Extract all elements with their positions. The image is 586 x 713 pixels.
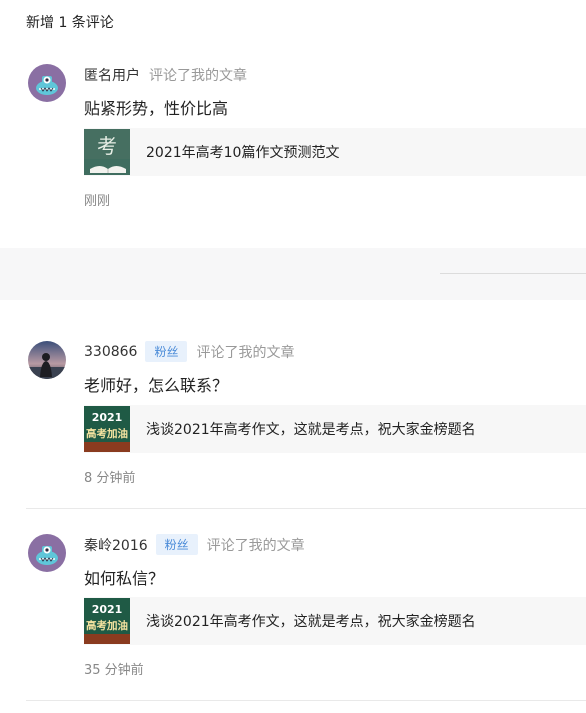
timestamp: 35 分钟前 — [84, 663, 144, 678]
avatar[interactable] — [28, 534, 66, 572]
monster-avatar-icon — [28, 534, 66, 572]
person-silhouette-avatar-icon — [28, 341, 66, 379]
article-title: 2021年高考10篇作文预测范文 — [146, 145, 340, 161]
timestamp: 8 分钟前 — [84, 471, 136, 486]
thumb-year-text: 2021 — [92, 411, 123, 424]
article-thumbnail: 2021 高考加油 — [84, 406, 130, 452]
comment-action: 评论了我的文章 — [149, 68, 247, 84]
article-thumbnail: 2021 高考加油 — [84, 598, 130, 644]
avatar[interactable] — [28, 64, 66, 102]
article-thumbnail: 考 — [84, 129, 130, 175]
article-title: 浅谈2021年高考作文，这就是考点，祝大家金榜题名 — [146, 422, 476, 438]
divider — [26, 508, 586, 509]
username[interactable]: 330866 — [84, 344, 137, 360]
username[interactable]: 秦岭2016 — [84, 535, 148, 555]
comment-action: 评论了我的文章 — [206, 537, 305, 554]
section-separator — [0, 248, 586, 300]
username[interactable]: 匿名用户 — [84, 65, 140, 85]
article-card[interactable]: 考 2021年高考10篇作文预测范文 — [84, 128, 586, 176]
comment-text: 贴紧形势，性价比高 — [84, 99, 229, 118]
thumb-year-text: 2021 — [92, 603, 123, 616]
thumb-slogan-text: 高考加油 — [86, 619, 128, 632]
comment-text: 如何私信？ — [84, 569, 165, 588]
comment-action: 评论了我的文章 — [196, 344, 295, 361]
kao-char-text: 考 — [97, 134, 117, 158]
monster-avatar-icon — [28, 64, 66, 102]
divider — [26, 700, 586, 701]
article-title: 浅谈2021年高考作文，这就是考点，祝大家金榜题名 — [146, 614, 476, 630]
avatar[interactable] — [28, 341, 66, 379]
separator-line — [440, 273, 586, 274]
notifications-header: 新增 1 条评论 — [26, 15, 114, 31]
timestamp: 刚刚 — [84, 194, 111, 209]
article-card[interactable]: 2021 高考加油 浅谈2021年高考作文，这就是考点，祝大家金榜题名 — [84, 597, 586, 645]
article-card[interactable]: 2021 高考加油 浅谈2021年高考作文，这就是考点，祝大家金榜题名 — [84, 405, 586, 453]
fan-badge: 粉丝 — [145, 341, 188, 362]
comment-text: 老师好，怎么联系？ — [84, 376, 229, 395]
fan-badge: 粉丝 — [155, 534, 198, 555]
thumb-slogan-text: 高考加油 — [86, 427, 128, 440]
